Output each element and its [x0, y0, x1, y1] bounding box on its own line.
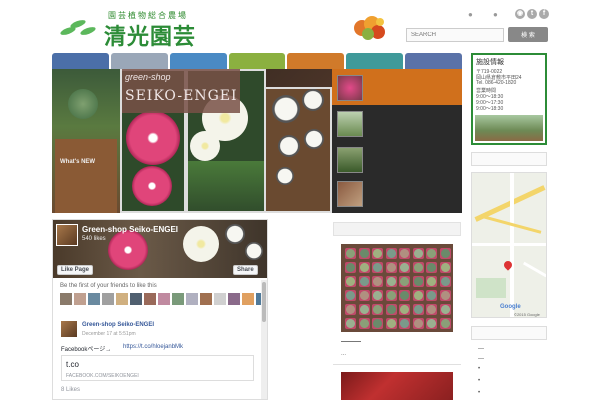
facebook-friend-faces: [60, 293, 267, 305]
facility-line: 9:00〜18:30: [476, 106, 504, 112]
succulent-photo: What's NEW: [52, 69, 120, 213]
link-preview-card[interactable]: t.co FACEBOOK.COM/SEIKOENGEI: [61, 355, 254, 381]
facility-line: Tel. 086-420-1820: [476, 80, 517, 86]
like-page-button[interactable]: Like Page: [57, 265, 94, 275]
sidebar-link[interactable]: •: [478, 366, 480, 372]
clocks-photo: [264, 87, 332, 213]
nav-item-1[interactable]: [52, 53, 109, 69]
post-link[interactable]: https://t.co/hloejanbMk: [123, 344, 183, 350]
post-header-bar: [333, 222, 461, 236]
share-button[interactable]: Share: [233, 265, 258, 275]
facebook-page-name[interactable]: Green-shop Seiko-ENGEI: [82, 225, 178, 234]
maple-leaves-icon: [354, 16, 385, 40]
slider-caption: green-shop SEIKO-ENGEI: [122, 69, 240, 113]
facebook-like-count: 540 likes: [82, 236, 106, 242]
slider-thumb-1[interactable]: [337, 75, 363, 101]
nav-item-6[interactable]: [346, 53, 404, 69]
location-map[interactable]: Google ©2015 Google: [471, 172, 547, 318]
logo-title[interactable]: 清光園芸: [104, 19, 196, 51]
facility-photo: [475, 115, 543, 141]
twitter-icon[interactable]: t: [527, 9, 537, 19]
facebook-avatar[interactable]: [56, 224, 78, 246]
post-avatar[interactable]: [61, 321, 77, 337]
widget-scrollbar-thumb[interactable]: [262, 282, 266, 322]
slider-caption-line-2: SEIKO-ENGEI: [125, 88, 238, 104]
post-author[interactable]: Green-shop Seiko-ENGEI: [82, 322, 154, 328]
facebook-friends-text: Be the first of your friends to like thi…: [60, 283, 157, 289]
crate-label: What's NEW: [60, 159, 96, 165]
sidebar-link[interactable]: •: [478, 378, 480, 384]
nav-item-7[interactable]: [405, 53, 463, 69]
sidebar-link[interactable]: —: [478, 356, 484, 362]
map-copyright: ©2015 Google: [514, 312, 540, 317]
link-card-title: t.co: [66, 360, 79, 369]
post-excerpt: ...: [341, 351, 347, 357]
sidebar-link[interactable]: •: [478, 390, 480, 396]
red-flower-photo[interactable]: [341, 372, 453, 400]
map-google-logo: Google: [500, 304, 521, 310]
sidebar-widget-header-2: [471, 326, 547, 340]
nav-item-2[interactable]: [110, 53, 168, 69]
search-button[interactable]: 検 索: [508, 27, 548, 42]
rss-icon[interactable]: ◉: [515, 9, 525, 19]
nav-item-3[interactable]: [169, 53, 227, 69]
link-card-url: FACEBOOK.COM/SEIKOENGEI: [66, 373, 139, 379]
succulent-grid-photo[interactable]: (function(){ const wrap = document.curre…: [341, 244, 453, 332]
facility-title: 施設情報: [476, 59, 504, 66]
main-nav: [52, 53, 463, 69]
sidebar-link[interactable]: —: [478, 346, 484, 352]
sidebar-widget-header: [471, 152, 547, 166]
post-text: Facebookページ→: [61, 347, 112, 353]
facility-info-box[interactable]: 施設情報 〒719-0022 岡山県倉敷市平田24 Tel. 086-420-1…: [471, 53, 547, 145]
post-title-dash: [341, 341, 361, 342]
slider-thumb-4[interactable]: [337, 181, 363, 207]
post-divider: [333, 364, 461, 365]
hero-slider[interactable]: What's NEW green-shop SEIKO-ENGEI: [52, 69, 462, 213]
page: 園芸植物総合農場 清光園芸 ● ● ● ◉ t f 検 索 What's NEW: [0, 0, 600, 400]
post-likes[interactable]: 8 Likes: [61, 387, 80, 393]
facebook-icon[interactable]: f: [539, 9, 549, 19]
post-date[interactable]: December 17 at 5:51pm: [82, 331, 136, 337]
nav-item-4[interactable]: [228, 53, 286, 69]
slider-thumb-3[interactable]: [337, 147, 363, 173]
facebook-page-widget: Green-shop Seiko-ENGEI 540 likes Like Pa…: [52, 219, 268, 400]
slider-caption-line-1: green-shop: [125, 72, 171, 82]
slider-thumb-2[interactable]: [337, 111, 363, 137]
search-input[interactable]: [406, 28, 504, 42]
nav-item-5[interactable]: [287, 53, 345, 69]
